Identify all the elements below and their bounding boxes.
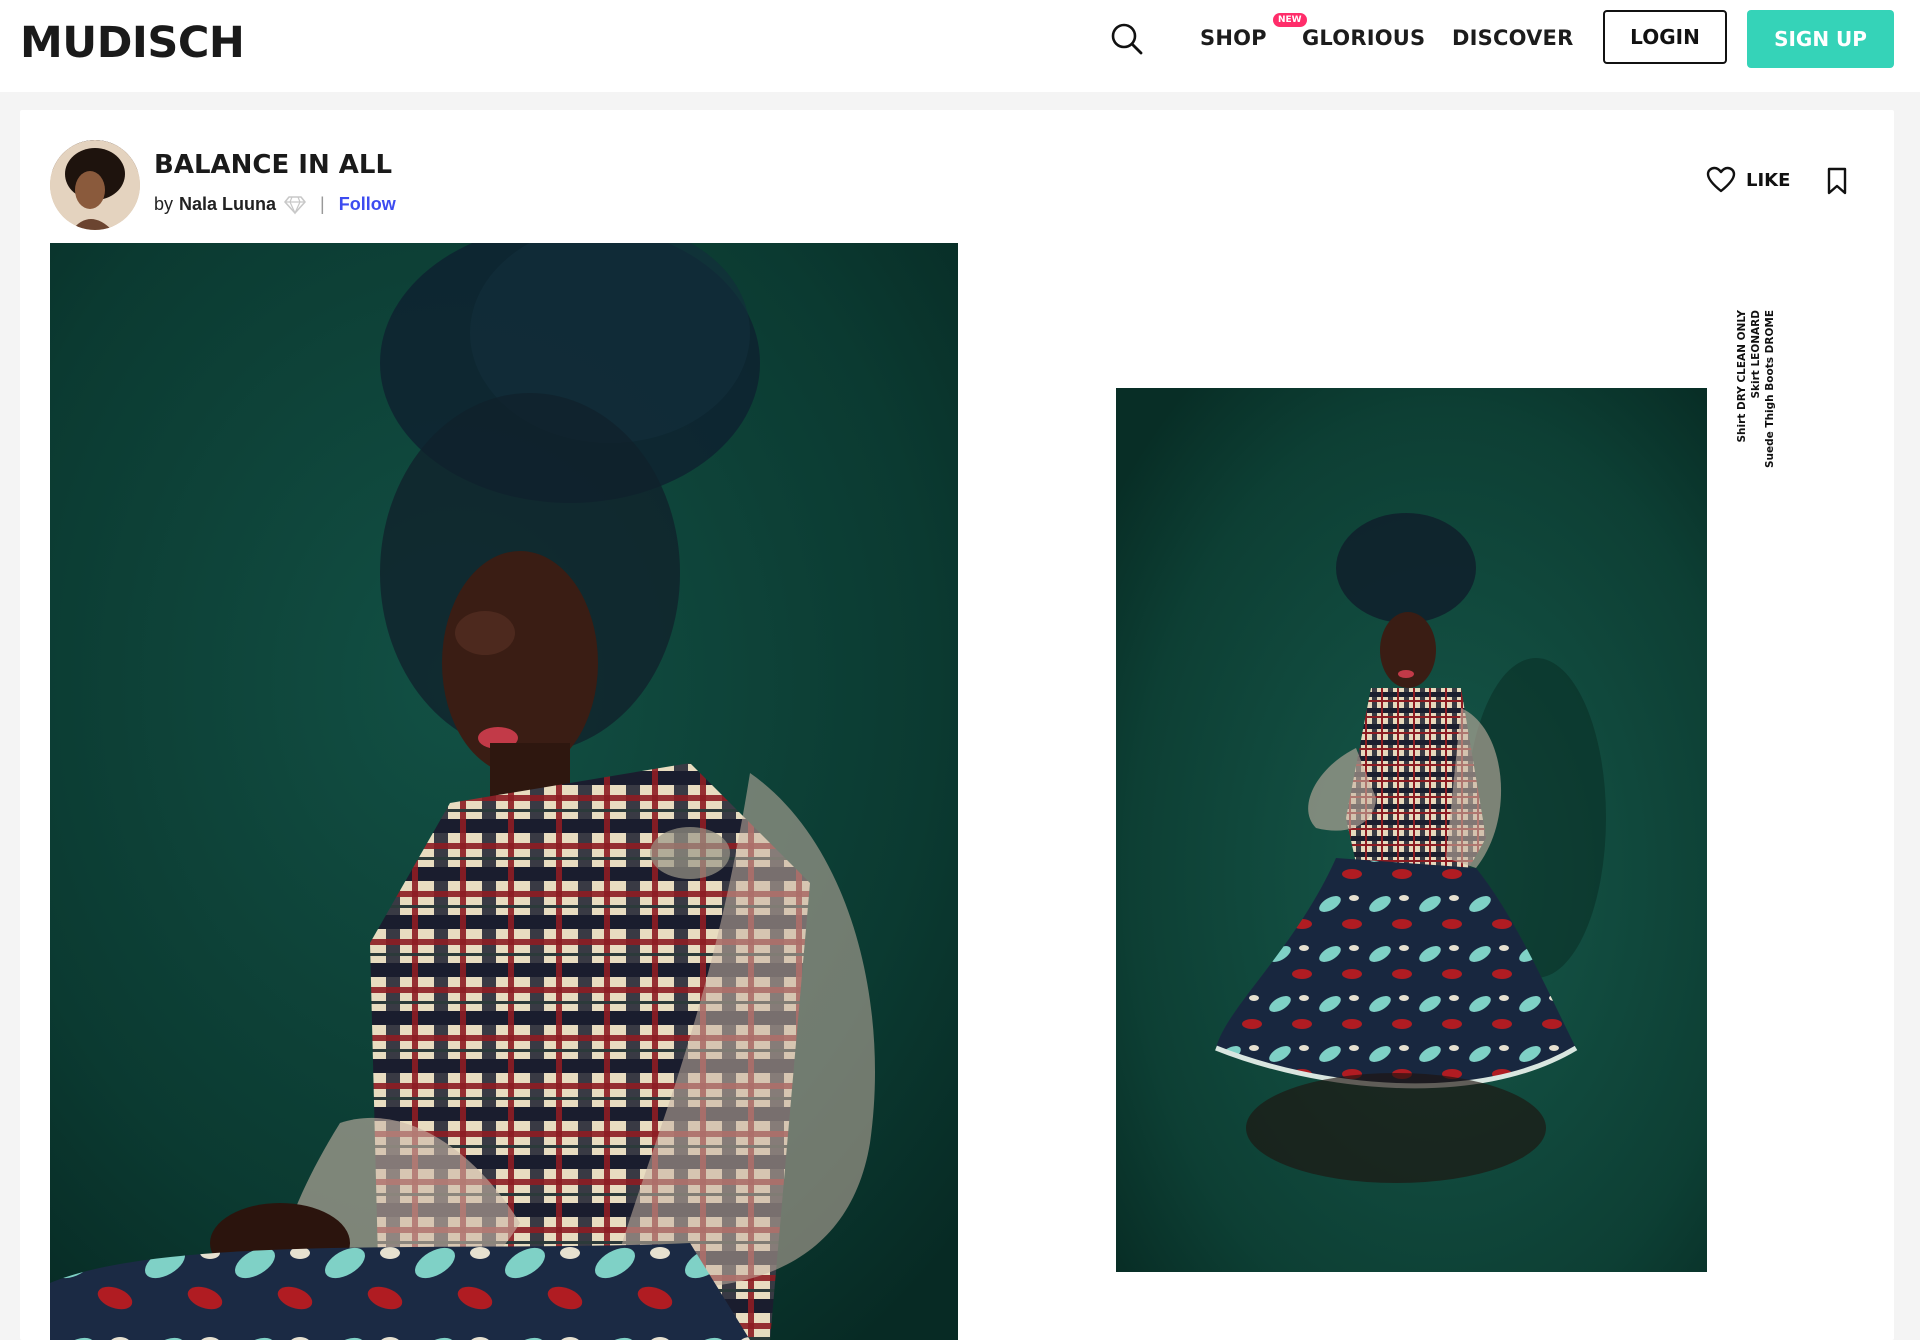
credit-line-boots: Suede Thigh Boots DROME [1764,310,1776,469]
nav-glorious[interactable]: GLORIOUS [1302,26,1425,50]
bookmark-button[interactable] [1826,167,1848,200]
avatar-portrait [50,140,140,230]
diamond-icon [284,195,306,214]
nav-shop[interactable]: SHOP [1200,26,1267,50]
main-photo[interactable] [50,243,958,1340]
like-button[interactable]: LIKE [1706,166,1790,194]
search-button[interactable] [1110,22,1144,56]
byline: by Nala Luuna | Follow [154,194,396,215]
credit-line-skirt: Skirt LEONARD [1750,310,1762,399]
post-title: BALANCE IN ALL [154,150,393,180]
site-logo[interactable]: MUDISCH [20,18,245,68]
post-card: BALANCE IN ALL by Nala Luuna | Follow LI… [20,110,1894,1340]
top-navbar: MUDISCH SHOP NEW GLORIOUS DISCOVER LOGIN… [0,0,1920,92]
login-button[interactable]: LOGIN [1603,10,1727,64]
secondary-photo-art [1116,388,1707,1272]
bookmark-icon [1827,167,1847,195]
follow-link[interactable]: Follow [339,194,396,215]
nav-discover[interactable]: DISCOVER [1452,26,1573,50]
search-icon [1111,23,1143,55]
new-badge: NEW [1273,13,1307,27]
author-name[interactable]: Nala Luuna [179,194,276,215]
secondary-photo[interactable] [1116,388,1707,1272]
heart-icon [1706,166,1736,193]
credit-line-shirt: Shirt DRY CLEAN ONLY [1736,310,1748,443]
outfit-credits: Shirt DRY CLEAN ONLY Skirt LEONARD Suede… [1736,310,1788,490]
by-label: by [154,194,174,214]
author-avatar[interactable] [50,140,140,230]
byline-separator: | [320,194,325,214]
like-label: LIKE [1746,169,1791,191]
signup-button[interactable]: SIGN UP [1747,10,1894,68]
main-photo-art [50,243,958,1340]
